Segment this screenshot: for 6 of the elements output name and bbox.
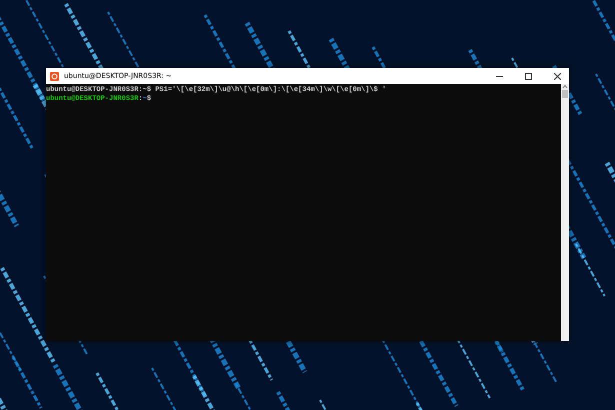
maximize-icon xyxy=(524,72,532,80)
scroll-thumb[interactable] xyxy=(562,90,568,98)
app-icon xyxy=(50,72,59,80)
close-icon xyxy=(554,72,560,80)
scroll-up-icon[interactable] xyxy=(562,84,568,89)
scrollbar[interactable] xyxy=(561,84,569,341)
